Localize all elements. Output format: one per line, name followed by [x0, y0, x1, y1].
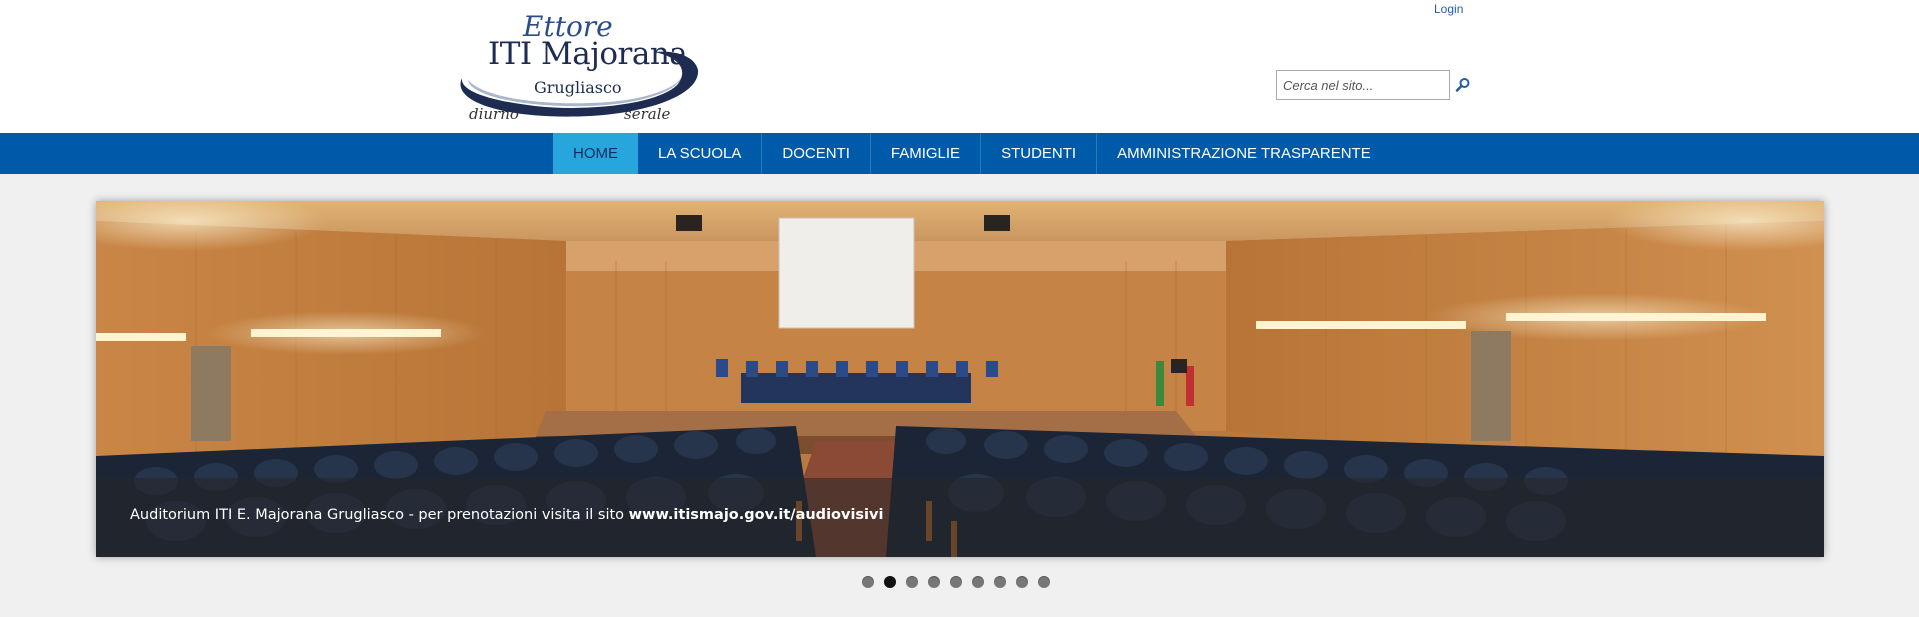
- caption-link[interactable]: www.itismajo.gov.it/audiovisivi: [629, 507, 884, 523]
- image-slider[interactable]: Auditorium ITI E. Majorana Grugliasco - …: [96, 201, 1824, 557]
- search-input[interactable]: [1276, 70, 1450, 100]
- slider-dot[interactable]: [972, 576, 984, 588]
- caption-text: Auditorium ITI E. Majorana Grugliasco - …: [130, 507, 629, 523]
- logo-script-serale: serale: [624, 105, 671, 123]
- slider-dot-active[interactable]: [884, 576, 896, 588]
- slider-dot[interactable]: [906, 576, 918, 588]
- slider-dot[interactable]: [1038, 576, 1050, 588]
- site-logo[interactable]: Ettore ITI Majorana Grugliasco diurno se…: [450, 8, 705, 126]
- logo-title: ITI Majorana: [488, 36, 688, 72]
- logo-script-diurno: diurno: [469, 105, 519, 123]
- logo-subtitle: Grugliasco: [534, 78, 622, 97]
- login-link[interactable]: Login: [1434, 2, 1463, 16]
- slider-pagination: [862, 576, 1050, 588]
- slider-dot[interactable]: [862, 576, 874, 588]
- nav-item-la-scuola[interactable]: LA SCUOLA: [638, 133, 763, 174]
- slide-caption: Auditorium ITI E. Majorana Grugliasco - …: [130, 507, 883, 523]
- nav-item-famiglie[interactable]: FAMIGLIE: [871, 133, 982, 174]
- slider-dot[interactable]: [928, 576, 940, 588]
- nav-item-home[interactable]: HOME: [553, 133, 638, 174]
- slider-dot[interactable]: [1016, 576, 1028, 588]
- nav-item-amministrazione-trasparente[interactable]: AMMINISTRAZIONE TRASPARENTE: [1097, 133, 1391, 174]
- nav-item-docenti[interactable]: DOCENTI: [762, 133, 871, 174]
- site-header: Ettore ITI Majorana Grugliasco diurno se…: [0, 0, 1919, 133]
- slider-dot[interactable]: [950, 576, 962, 588]
- nav-item-studenti[interactable]: STUDENTI: [981, 133, 1098, 174]
- slider-dot[interactable]: [994, 576, 1006, 588]
- main-nav: HOME LA SCUOLA DOCENTI FAMIGLIE STUDENTI…: [0, 133, 1919, 174]
- search-icon[interactable]: [1455, 77, 1471, 93]
